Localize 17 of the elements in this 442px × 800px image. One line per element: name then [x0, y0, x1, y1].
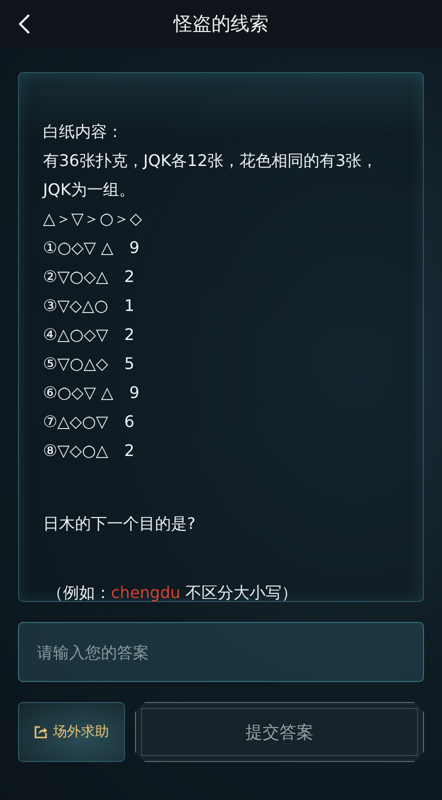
- clue-text: ⑥○◇▽ △ 9: [43, 382, 140, 404]
- help-button[interactable]: 场外求助: [18, 702, 125, 762]
- share-icon: [34, 725, 48, 739]
- clue-text: ①○◇▽ △ 9: [43, 237, 140, 259]
- clue-text: ⑦△◇○▽ 6: [43, 411, 136, 433]
- clue-text: ②▽○◇△ 2: [43, 266, 136, 288]
- clue-text: ④△○◇▽ 2: [43, 324, 136, 346]
- answer-field[interactable]: 请输入您的答案: [18, 622, 424, 682]
- clue-text: ⑤▽○△◇ 5: [43, 353, 136, 375]
- clue-text: 有36张扑克，JQK各12张，花色相同的有3张，JQK为一组。: [43, 150, 379, 201]
- hint-text: （例如：chengdu 不区分大小写）: [46, 582, 298, 604]
- clue-text: ③▽◇△○ 1: [43, 295, 136, 317]
- clue-text: △＞▽＞○＞◇: [43, 208, 143, 230]
- clue-text: 白纸内容：: [43, 121, 124, 143]
- clue-text: ⑧▽◇○△ 2: [43, 440, 136, 462]
- question-text: 日木的下一个目的是?: [43, 513, 196, 535]
- page-title: 怪盗的线索: [174, 12, 268, 37]
